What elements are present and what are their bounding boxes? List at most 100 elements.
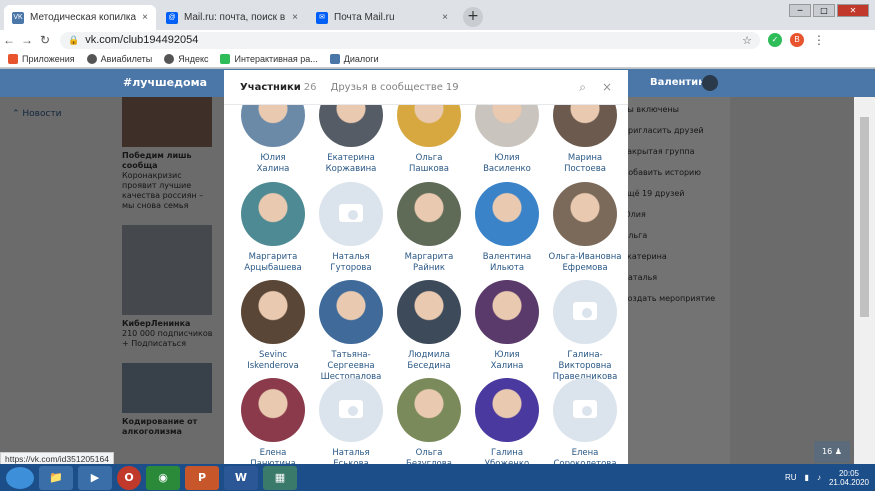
feed-image[interactable] (122, 225, 212, 315)
bookmark-star-icon[interactable]: ☆ (742, 34, 752, 47)
member-avatar[interactable] (241, 378, 305, 442)
tab-mail[interactable]: ✉ Почта Mail.ru × (308, 5, 456, 30)
member-name[interactable]: Sevinc Iskenderova (234, 350, 312, 372)
member-name[interactable]: Наталья Гуторова (312, 252, 390, 274)
member-card[interactable]: Юлия Халина (234, 105, 312, 175)
member-name[interactable]: Елена Сороколетова (546, 448, 624, 464)
start-button[interactable] (6, 466, 34, 489)
opera-icon[interactable]: O (117, 465, 141, 490)
member-card[interactable]: Маргарита Райник (390, 182, 468, 274)
word-icon[interactable]: W (224, 465, 258, 490)
vk-logo[interactable]: #лучшедома (123, 76, 207, 89)
member-name[interactable]: Юлия Василенко (468, 153, 546, 175)
member-card[interactable]: Ольга Безуглова (390, 378, 468, 464)
member-name[interactable]: Екатерина Коржавина (312, 153, 390, 175)
member-avatar[interactable] (475, 105, 539, 147)
new-tab-button[interactable]: + (463, 7, 483, 27)
member-card[interactable]: Галина Убоженко (468, 378, 546, 464)
member-name[interactable]: Юлия Халина (234, 153, 312, 175)
volume-icon[interactable]: ♪ (817, 473, 821, 482)
member-name[interactable]: Ольга Пашкова (390, 153, 468, 175)
member-avatar[interactable] (397, 182, 461, 246)
member-card[interactable]: Наталья Гуторова (312, 182, 390, 274)
member-name[interactable]: Галина Убоженко (468, 448, 546, 464)
maximize-icon[interactable]: □ (813, 4, 835, 17)
bookmark-avia[interactable]: Авиабилеты (86, 53, 152, 64)
member-name[interactable]: Юлия Халина (468, 350, 546, 372)
member-name[interactable]: Маргарита Арцыбашева (234, 252, 312, 274)
close-window-icon[interactable]: ✕ (837, 4, 869, 17)
member-avatar[interactable] (553, 182, 617, 246)
powerpoint-icon[interactable]: P (185, 465, 219, 490)
camera-placeholder-icon[interactable] (553, 378, 617, 442)
minimize-icon[interactable]: ─ (789, 4, 811, 17)
member-card[interactable]: Юлия Халина (468, 280, 546, 372)
member-avatar[interactable] (397, 280, 461, 344)
clock[interactable]: 20:05 21.04.2020 (829, 469, 869, 487)
extension-icon[interactable]: ✓ (768, 33, 782, 47)
tab-vk[interactable]: VK Методическая копилка учителя × (4, 5, 156, 30)
member-avatar[interactable] (475, 378, 539, 442)
member-name[interactable]: Наталья Еськова (312, 448, 390, 464)
member-name[interactable]: Маргарита Райник (390, 252, 468, 274)
camera-placeholder-icon[interactable] (319, 182, 383, 246)
member-name[interactable]: Елена Панютина (234, 448, 312, 464)
feed-image[interactable] (122, 97, 212, 147)
member-card[interactable]: Ольга-Ивановна Ефремова (546, 182, 624, 274)
scrollbar-thumb[interactable] (860, 117, 869, 317)
reload-icon[interactable]: ↻ (36, 33, 54, 47)
member-card[interactable]: Юлия Василенко (468, 105, 546, 175)
member-card[interactable]: Екатерина Коржавина (312, 105, 390, 175)
member-name[interactable]: Валентина Ильюта (468, 252, 546, 274)
member-name[interactable]: Ольга Безуглова (390, 448, 468, 464)
camera-placeholder-icon[interactable] (319, 378, 383, 442)
member-avatar[interactable] (475, 280, 539, 344)
list-item[interactable]: КиберЛенинка 210 000 подписчиков + Подпис… (122, 319, 214, 349)
search-icon[interactable]: ⌕ (579, 80, 586, 95)
member-card[interactable]: Ольга Пашкова (390, 105, 468, 175)
bookmark-interactive[interactable]: Интерактивная ра... (220, 53, 318, 64)
back-icon[interactable]: ← (0, 33, 18, 47)
member-avatar[interactable] (241, 182, 305, 246)
member-avatar[interactable] (397, 105, 461, 147)
member-avatar[interactable] (241, 105, 305, 147)
camera-placeholder-icon[interactable] (553, 280, 617, 344)
member-card[interactable]: Татьяна-Сергеевна Шестопалова (312, 280, 390, 383)
member-card[interactable]: Маргарита Арцыбашева (234, 182, 312, 274)
tab-mailru[interactable]: @ Mail.ru: почта, поиск в интерне × (158, 5, 306, 30)
profile-avatar[interactable]: B (790, 33, 804, 47)
url-input[interactable]: 🔒 vk.com/club194492054 ☆ (60, 31, 760, 49)
member-avatar[interactable] (475, 182, 539, 246)
menu-icon[interactable]: ⋮ (810, 33, 828, 47)
bookmark-yandex[interactable]: Яндекс (164, 53, 208, 64)
member-card[interactable]: Валентина Ильюта (468, 182, 546, 274)
avatar[interactable] (702, 75, 718, 91)
network-icon[interactable]: ▮ (805, 473, 809, 482)
image-viewer-icon[interactable]: ▦ (263, 465, 297, 490)
member-name[interactable]: Марина Постоева (546, 153, 624, 175)
tab-friends[interactable]: Друзья в сообществе 19 (331, 82, 459, 93)
page-scrollbar[interactable] (854, 97, 875, 464)
nav-news[interactable]: ⌃ Новости (12, 109, 62, 119)
close-tab-icon[interactable]: × (142, 12, 148, 23)
close-icon[interactable]: × (602, 80, 612, 95)
chrome-icon[interactable]: ◉ (146, 465, 180, 490)
member-name[interactable]: Ольга-Ивановна Ефремова (546, 252, 624, 274)
tab-members[interactable]: Участники 26 (240, 82, 317, 93)
feed-image[interactable] (122, 363, 212, 413)
member-card[interactable]: Марина Постоева (546, 105, 624, 175)
member-avatar[interactable] (241, 280, 305, 344)
media-player-icon[interactable]: ▶ (78, 465, 112, 490)
member-name[interactable]: Людмила Беседина (390, 350, 468, 372)
list-item[interactable]: Победим лишь сообща Коронакризис проявит … (122, 151, 214, 211)
member-card[interactable]: Sevinc Iskenderova (234, 280, 312, 372)
bookmark-dialogs[interactable]: Диалоги (329, 53, 379, 64)
counter-badge[interactable]: 16 ♟ (814, 441, 850, 463)
member-card[interactable]: Галина-Викторовна Праведникова (546, 280, 624, 383)
member-card[interactable]: Людмила Беседина (390, 280, 468, 372)
member-avatar[interactable] (319, 280, 383, 344)
member-card[interactable]: Елена Сороколетова (546, 378, 624, 464)
close-tab-icon[interactable]: × (442, 12, 448, 23)
list-item[interactable]: Кодирование от алкоголизма (122, 417, 214, 437)
member-avatar[interactable] (397, 378, 461, 442)
